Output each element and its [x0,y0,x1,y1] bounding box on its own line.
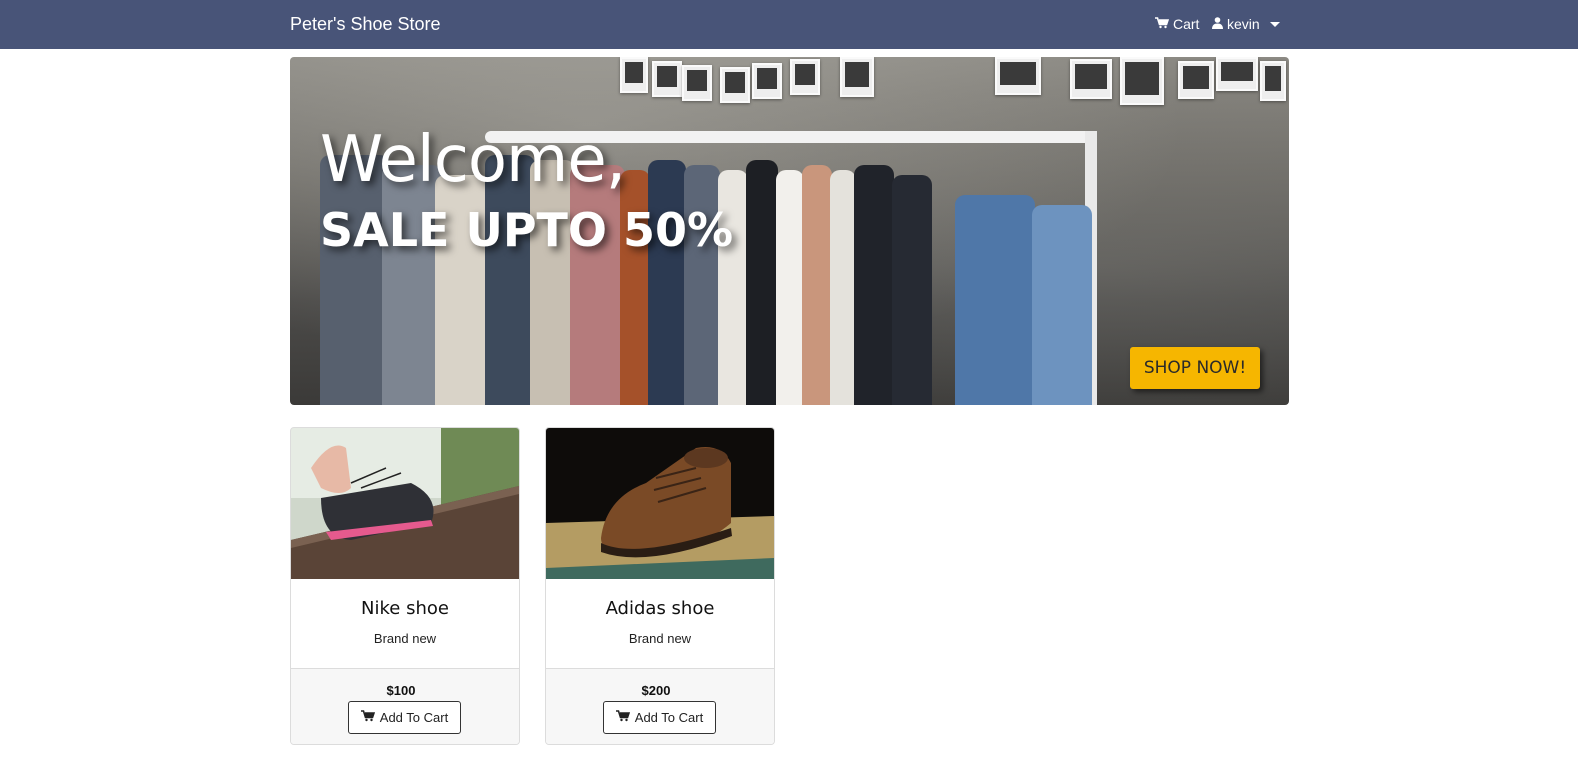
nav-cart-link[interactable]: Cart [1155,16,1199,32]
polaroid-photo [1178,61,1214,99]
shopping-cart-icon [360,710,375,725]
product-description: Brand new [373,631,437,646]
shop-now-button[interactable]: SHOP NOW! [1130,347,1260,389]
product-price: $200 [641,683,671,698]
garment [746,160,778,405]
product-name: Adidas shoe [605,598,715,619]
caret-down-icon [1269,21,1280,27]
add-to-cart-button[interactable]: Add To Cart [348,701,461,734]
user-icon [1212,16,1223,32]
polaroid-photo [652,61,682,97]
garment [382,165,442,405]
user-dropdown-toggle[interactable]: kevin [1212,16,1280,32]
top-navbar: Peter's Shoe Store Cart kevin [0,0,1578,49]
garment [830,170,856,405]
polaroid-photo [620,57,648,93]
card-footer: $100 Add To Cart [291,668,519,744]
product-card: Adidas shoe Brand new $200 Add To Cart [545,427,775,745]
garment [1032,205,1092,405]
polaroid-photo [1120,57,1164,105]
product-name: Nike shoe [361,598,449,619]
polaroid-photo [790,59,820,95]
polaroid-photo [720,67,750,103]
garment [648,160,686,405]
hero-subtitle: SALE UPTO 50% [320,203,734,257]
garment [802,165,832,405]
shopping-cart-icon [615,710,630,725]
product-description: Brand new [628,631,692,646]
user-name-label: kevin [1227,16,1260,32]
add-to-cart-label: Add To Cart [634,710,704,725]
polaroid-photo [840,57,874,97]
polaroid-photo [682,65,712,101]
polaroid-photo [1260,61,1286,101]
hero-banner: Welcome, SALE UPTO 50% SHOP NOW! [290,57,1289,405]
garment [776,170,804,405]
product-image [546,428,774,579]
garment [955,195,1035,405]
add-to-cart-label: Add To Cart [379,710,449,725]
polaroid-photo [995,57,1041,95]
polaroid-photo [752,63,782,99]
add-to-cart-button[interactable]: Add To Cart [603,701,716,734]
brand-link[interactable]: Peter's Shoe Store [290,14,441,35]
garment [570,165,625,405]
product-price: $100 [386,683,416,698]
product-image [291,428,519,579]
polaroid-photo [1216,57,1258,91]
polaroid-photo [1070,59,1112,99]
nav-cart-label: Cart [1173,16,1200,32]
card-footer: $200 Add To Cart [546,668,774,744]
shopping-cart-icon [1155,16,1170,32]
product-card: Nike shoe Brand new $100 Add To Cart [290,427,520,745]
hero-title: Welcome, [320,123,626,197]
garment [892,175,932,405]
garment [854,165,894,405]
garment [684,165,720,405]
